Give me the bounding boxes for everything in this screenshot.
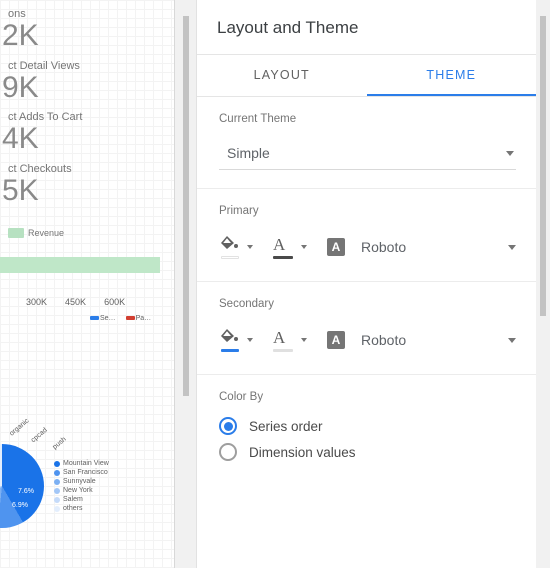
paint-bucket-icon <box>221 329 239 352</box>
axis-tick: 450K <box>65 297 86 307</box>
dropdown-caret-icon <box>506 151 514 156</box>
section-label: Color By <box>219 391 516 403</box>
dropdown-caret-icon <box>508 338 516 343</box>
revenue-bar <box>0 257 160 273</box>
slice-label: 7.6% <box>18 488 34 495</box>
kpi-value: 4K <box>2 123 174 155</box>
theme-value: Simple <box>227 145 270 161</box>
dropdown-caret-icon <box>508 245 516 250</box>
pie-legend-item: Mountain View <box>54 460 109 467</box>
pie-term: push <box>52 436 68 451</box>
report-canvas[interactable]: ons 2K ct Detail Views 9K ct Adds To Car… <box>0 0 175 568</box>
pie-legend-item: Salem <box>54 496 109 503</box>
section-color-by: Color By Series order Dimension values <box>197 375 536 479</box>
kpi-value: 5K <box>2 175 174 207</box>
kpi-label: ct Detail Views <box>8 60 174 72</box>
kpi-label: ct Checkouts <box>8 163 174 175</box>
text-color-icon: A <box>273 235 293 259</box>
pie-term: cpcad <box>30 427 49 444</box>
kpi-card: ct Detail Views 9K <box>0 60 174 104</box>
secondary-text-color-picker[interactable]: A <box>271 324 309 356</box>
kpi-value: 2K <box>2 20 174 52</box>
kpi-card: ct Adds To Cart 4K <box>0 111 174 155</box>
pie-graphic: 7.6% 6.9% <box>0 444 44 528</box>
paint-bucket-icon <box>221 236 239 259</box>
caret-down-icon <box>247 245 253 249</box>
canvas-scrollbar[interactable] <box>183 10 189 558</box>
caret-down-icon <box>301 245 307 249</box>
panel-title: Layout and Theme <box>197 0 536 54</box>
kpi-card: ons 2K <box>0 8 174 52</box>
pie-legend-item: others <box>54 505 109 512</box>
section-primary: Primary A A Roboto <box>197 189 536 282</box>
secondary-style-row: A A Roboto <box>219 324 516 356</box>
color-underline <box>221 349 239 352</box>
axis-tick: 600K <box>104 297 125 307</box>
series-legend: Se… Pa… <box>90 315 174 322</box>
series-item: Se… <box>90 315 116 322</box>
tab-theme[interactable]: THEME <box>367 55 537 96</box>
color-underline <box>221 256 239 259</box>
series-item: Pa… <box>126 315 152 322</box>
kpi-value: 9K <box>2 72 174 104</box>
color-underline <box>273 349 293 352</box>
theme-select[interactable]: Simple <box>219 139 516 170</box>
radio-icon <box>219 443 237 461</box>
caret-down-icon <box>247 338 253 342</box>
primary-text-color-picker[interactable]: A <box>271 231 309 263</box>
panel-tabs: LAYOUT THEME <box>197 54 536 97</box>
legend-swatch <box>8 228 24 238</box>
section-current-theme: Current Theme Simple <box>197 97 536 189</box>
font-value: Roboto <box>361 332 406 348</box>
section-label: Secondary <box>219 298 516 310</box>
tab-layout[interactable]: LAYOUT <box>197 55 367 96</box>
pie-legend: Mountain View San Francisco Sunnyvale Ne… <box>54 458 109 514</box>
secondary-fill-color-picker[interactable] <box>219 325 255 356</box>
pie-chart: 7.6% 6.9% organic cpcad push Mountain Vi… <box>0 444 109 528</box>
font-icon: A <box>327 331 345 349</box>
radio-series-order[interactable]: Series order <box>219 417 516 435</box>
radio-label: Series order <box>249 419 323 434</box>
properties-panel: Layout and Theme LAYOUT THEME Current Th… <box>196 0 536 568</box>
secondary-font-indicator: A <box>325 327 347 353</box>
panel-scrollbar[interactable] <box>540 10 546 558</box>
legend-label: Revenue <box>28 228 64 238</box>
radio-label: Dimension values <box>249 445 356 460</box>
pie-legend-item: San Francisco <box>54 469 109 476</box>
font-icon: A <box>327 238 345 256</box>
axis-ticks: 300K 450K 600K <box>26 297 174 307</box>
primary-font-indicator: A <box>325 234 347 260</box>
radio-dimension-values[interactable]: Dimension values <box>219 443 516 461</box>
secondary-font-select[interactable]: Roboto <box>351 332 516 348</box>
pie-legend-item: Sunnyvale <box>54 478 109 485</box>
axis-tick: 300K <box>26 297 47 307</box>
primary-style-row: A A Roboto <box>219 231 516 263</box>
primary-fill-color-picker[interactable] <box>219 232 255 263</box>
color-underline <box>273 256 293 259</box>
caret-down-icon <box>301 338 307 342</box>
section-label: Current Theme <box>219 113 516 125</box>
kpi-card: ct Checkouts 5K <box>0 163 174 207</box>
pie-term: organic <box>8 417 30 437</box>
pie-legend-item: New York <box>54 487 109 494</box>
primary-font-select[interactable]: Roboto <box>351 239 516 255</box>
font-value: Roboto <box>361 239 406 255</box>
section-label: Primary <box>219 205 516 217</box>
radio-icon <box>219 417 237 435</box>
section-secondary: Secondary A A Roboto <box>197 282 536 375</box>
text-color-icon: A <box>273 328 293 352</box>
slice-label: 6.9% <box>12 502 28 509</box>
revenue-legend: Revenue <box>8 228 64 238</box>
